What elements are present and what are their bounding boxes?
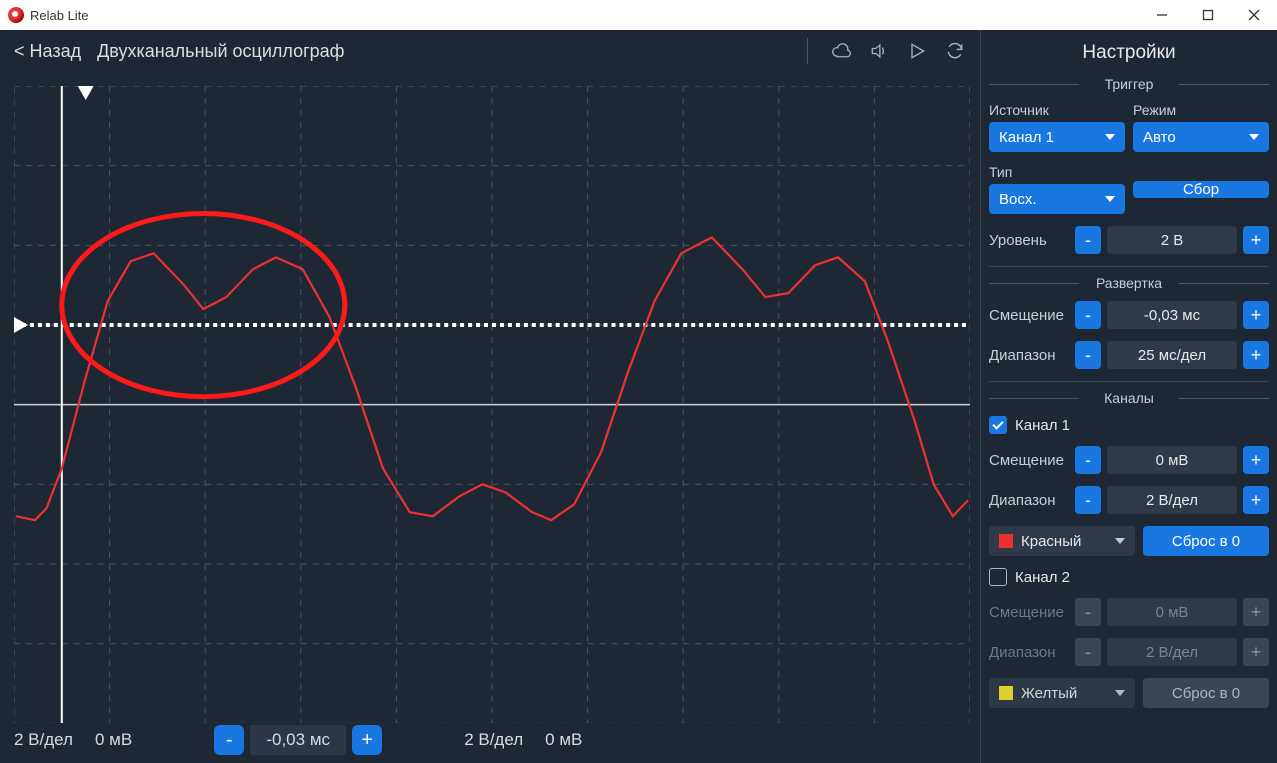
time-offset-value[interactable]: -0,03 мс [250, 725, 346, 755]
sweep-offset-value[interactable]: -0,03 мс [1107, 301, 1237, 329]
trigger-mode-select[interactable]: Авто [1133, 122, 1269, 152]
trigger-mode-label: Режим [1133, 102, 1269, 118]
trigger-group-title: Триггер [989, 76, 1269, 92]
ch2-offset-value: 0 мВ [1107, 598, 1237, 626]
trigger-run-button[interactable]: Сбор [1133, 181, 1269, 198]
refresh-icon[interactable] [944, 40, 966, 62]
ch1-offset-minus-button[interactable]: - [1075, 446, 1101, 474]
chevron-down-icon [1249, 134, 1259, 140]
ch2-color-select: Желтый [989, 678, 1135, 708]
ch1-offset-value[interactable]: 0 мВ [1107, 446, 1237, 474]
ch1-reset-button[interactable]: Сброс в 0 [1143, 526, 1269, 556]
ch2-offset-plus-button: + [1243, 598, 1269, 626]
time-offset-minus-button[interactable]: - [214, 725, 244, 755]
ch1-color-label: Красный [1021, 533, 1081, 550]
window-title: Relab Lite [30, 8, 89, 23]
oscilloscope-chart[interactable] [0, 72, 980, 717]
time-offset-stepper: - -0,03 мс + [214, 725, 382, 755]
channel1-label: Канал 1 [1015, 417, 1070, 434]
trigger-level-plus-button[interactable]: + [1243, 226, 1269, 254]
channel2-label: Канал 2 [1015, 569, 1070, 586]
ch1-offset-label: 0 мВ [95, 730, 132, 750]
maximize-button[interactable] [1185, 0, 1231, 30]
ch2-reset-button: Сброс в 0 [1143, 678, 1269, 708]
ch2-scale-label: 2 В/дел [464, 730, 523, 750]
footer-bar: 2 В/дел 0 мВ - -0,03 мс + 2 В/дел 0 мВ [0, 717, 980, 763]
trigger-type-select[interactable]: Восх. [989, 184, 1125, 214]
time-offset-plus-button[interactable]: + [352, 725, 382, 755]
ch2-range-value: 2 В/дел [1107, 638, 1237, 666]
sweep-range-label: Диапазон [989, 347, 1067, 364]
play-icon[interactable] [906, 40, 928, 62]
ch1-range-plus-button[interactable]: + [1243, 486, 1269, 514]
app-logo-icon [8, 7, 24, 23]
channels-group-title: Каналы [989, 390, 1269, 406]
chevron-down-icon [1105, 134, 1115, 140]
trigger-level-minus-button[interactable]: - [1075, 226, 1101, 254]
trigger-type-value: Восх. [999, 191, 1037, 208]
channel1-checkbox[interactable] [989, 416, 1007, 434]
color-swatch-yellow-icon [999, 686, 1013, 700]
chevron-down-icon [1105, 196, 1115, 202]
page-title: Двухканальный осциллограф [97, 41, 344, 62]
ch1-range-label: Диапазон [989, 492, 1067, 509]
sweep-group-title: Развертка [989, 275, 1269, 291]
chevron-down-icon [1115, 538, 1125, 544]
sweep-offset-plus-button[interactable]: + [1243, 301, 1269, 329]
settings-sidebar: Настройки Триггер Источник Канал 1 Режим… [981, 30, 1277, 763]
header: < Назад Двухканальный осциллограф [0, 30, 980, 72]
ch1-range-value[interactable]: 2 В/дел [1107, 486, 1237, 514]
back-button[interactable]: < Назад [14, 41, 81, 62]
cloud-icon[interactable] [830, 40, 852, 62]
sidebar-title: Настройки [989, 42, 1269, 64]
ch2-offset-minus-button: - [1075, 598, 1101, 626]
ch2-range-minus-button: - [1075, 638, 1101, 666]
ch2-range-label: Диапазон [989, 644, 1067, 661]
ch1-range-minus-button[interactable]: - [1075, 486, 1101, 514]
sweep-offset-label: Смещение [989, 307, 1067, 324]
trigger-source-value: Канал 1 [999, 129, 1054, 146]
sweep-range-minus-button[interactable]: - [1075, 341, 1101, 369]
ch2-offset-label: Смещение [989, 604, 1067, 621]
titlebar: Relab Lite [0, 0, 1277, 30]
ch2-offset-label: 0 мВ [545, 730, 582, 750]
trigger-source-label: Источник [989, 102, 1125, 118]
chevron-down-icon [1115, 690, 1125, 696]
ch1-scale-label: 2 В/дел [14, 730, 73, 750]
sweep-range-value[interactable]: 25 мс/дел [1107, 341, 1237, 369]
color-swatch-red-icon [999, 534, 1013, 548]
close-button[interactable] [1231, 0, 1277, 30]
trigger-mode-value: Авто [1143, 129, 1176, 146]
trigger-source-select[interactable]: Канал 1 [989, 122, 1125, 152]
trigger-level-label: Уровень [989, 232, 1067, 249]
ch1-offset-label: Смещение [989, 452, 1067, 469]
sweep-range-plus-button[interactable]: + [1243, 341, 1269, 369]
minimize-button[interactable] [1139, 0, 1185, 30]
trigger-level-value[interactable]: 2 В [1107, 226, 1237, 254]
channel2-checkbox[interactable] [989, 568, 1007, 586]
ch1-color-select[interactable]: Красный [989, 526, 1135, 556]
trigger-type-label: Тип [989, 164, 1125, 180]
sound-icon[interactable] [868, 40, 890, 62]
sweep-offset-minus-button[interactable]: - [1075, 301, 1101, 329]
ch1-offset-plus-button[interactable]: + [1243, 446, 1269, 474]
ch2-color-label: Желтый [1021, 685, 1077, 702]
ch2-range-plus-button: + [1243, 638, 1269, 666]
